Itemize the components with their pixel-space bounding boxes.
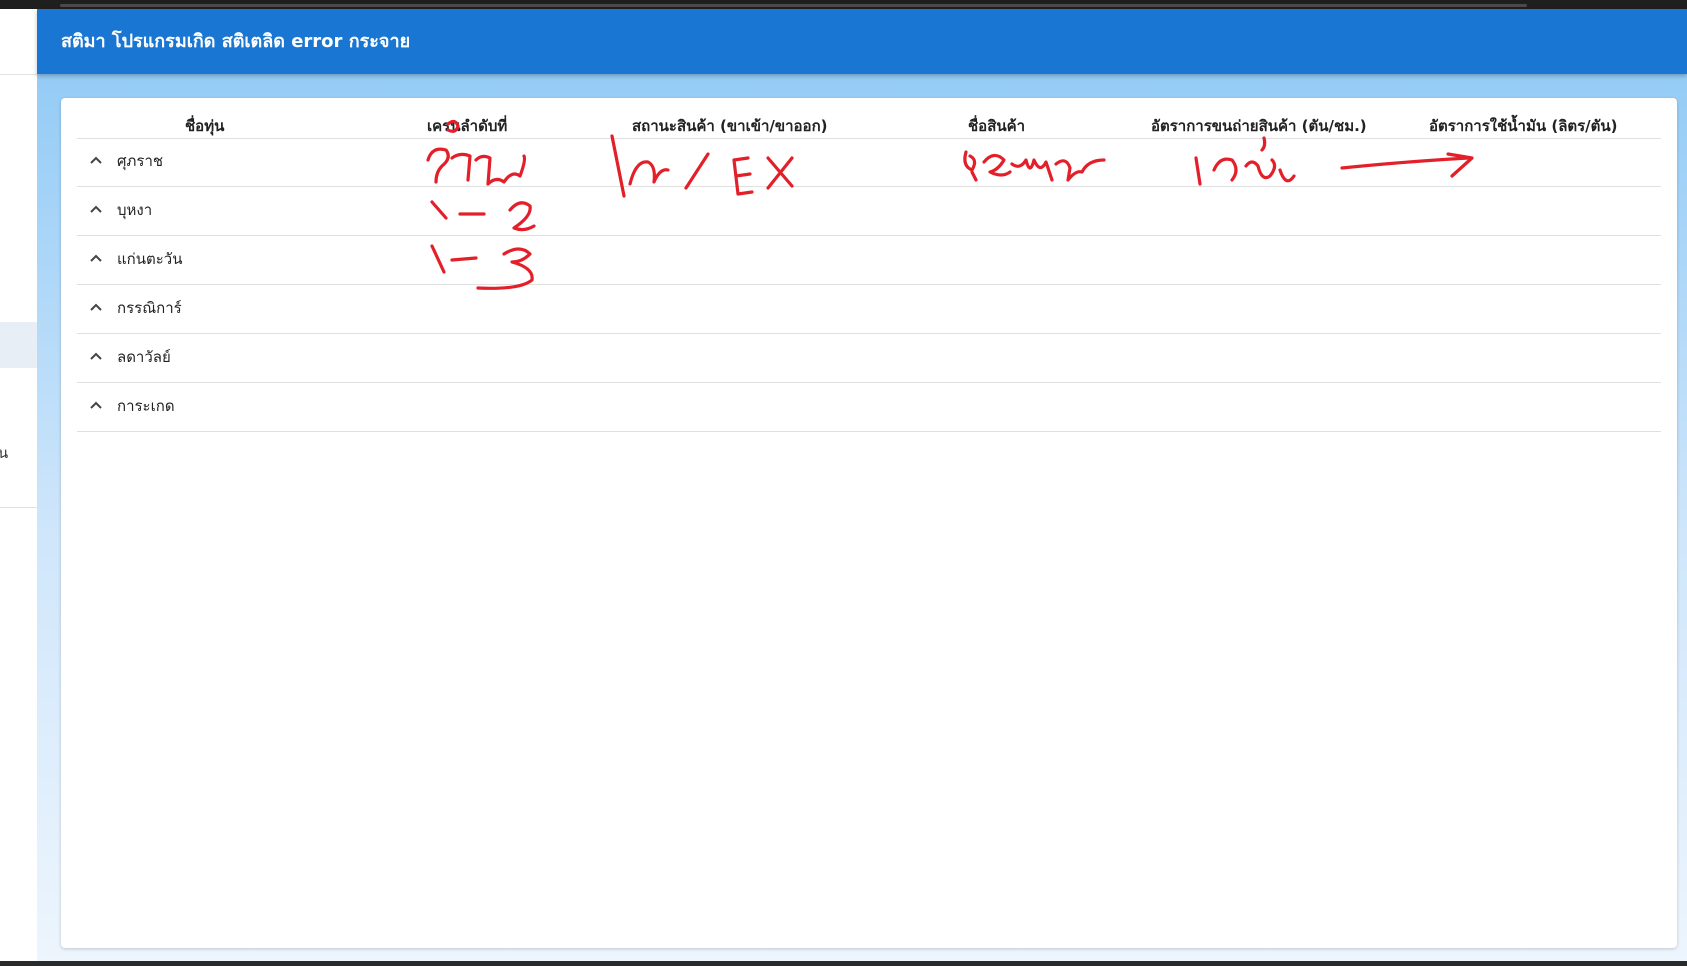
barge-name: แก่นตะวัน bbox=[117, 250, 183, 268]
app-bar: สติมา โปรแกรมเกิด สติเตลิด error กระจาย bbox=[37, 9, 1687, 74]
page-title: สติมา โปรแกรมเกิด สติเตลิด error กระจาย bbox=[61, 31, 411, 52]
table-row[interactable]: การะเกด bbox=[77, 383, 1661, 432]
table-header: ชื่อทุ่น เครนลำดับที่ สถานะสินค้า (ขาเข้… bbox=[77, 98, 1661, 139]
table-row[interactable]: บุหงา bbox=[77, 187, 1661, 236]
barge-name: ลดาวัลย์ bbox=[117, 348, 171, 366]
table-row[interactable]: ลดาวัลย์ bbox=[77, 334, 1661, 383]
column-header-handling-rate: อัตราการขนถ่ายสินค้า (ตัน/ชม.) bbox=[1151, 117, 1367, 135]
sidebar: น ก ทุน bbox=[0, 9, 38, 961]
chevron-up-icon[interactable] bbox=[89, 204, 103, 214]
chevron-up-icon[interactable] bbox=[89, 400, 103, 410]
sidebar-item-1[interactable]: น bbox=[0, 322, 37, 368]
sidebar-divider bbox=[0, 507, 37, 508]
table-card: ชื่อทุ่น เครนลำดับที่ สถานะสินค้า (ขาเข้… bbox=[61, 98, 1677, 948]
main-area: สติมา โปรแกรมเกิด สติเตลิด error กระจาย … bbox=[37, 9, 1687, 961]
table-row[interactable]: กรรณิการ์ bbox=[77, 285, 1661, 334]
sidebar-item-2[interactable]: ก bbox=[0, 376, 37, 422]
window-bottom-bar bbox=[0, 961, 1687, 966]
barge-name: บุหงา bbox=[117, 201, 153, 219]
column-header-product-name: ชื่อสินค้า bbox=[968, 117, 1026, 135]
barge-name: ศุภราช bbox=[117, 152, 164, 170]
column-header-barge-name: ชื่อทุ่น bbox=[185, 117, 225, 135]
barge-name: การะเกด bbox=[117, 397, 175, 415]
sidebar-item-3[interactable]: ทุน bbox=[0, 430, 37, 476]
chevron-up-icon[interactable] bbox=[89, 155, 103, 165]
chevron-up-icon[interactable] bbox=[89, 253, 103, 263]
chevron-up-icon[interactable] bbox=[89, 302, 103, 312]
column-header-cargo-status: สถานะสินค้า (ขาเข้า/ขาออก) bbox=[632, 117, 828, 135]
sidebar-logo-area bbox=[0, 9, 37, 75]
table-row[interactable]: ศุภราช bbox=[77, 138, 1661, 187]
column-header-fuel-rate: อัตราการใช้น้ำมัน (ลิตร/ตัน) bbox=[1429, 117, 1618, 135]
column-header-crane-number: เครนลำดับที่ bbox=[427, 117, 508, 135]
window-top-bar bbox=[0, 0, 1687, 9]
chevron-up-icon[interactable] bbox=[89, 351, 103, 361]
barge-name: กรรณิการ์ bbox=[117, 299, 182, 317]
sidebar-item-label: ทุน bbox=[0, 444, 8, 462]
table-row[interactable]: แก่นตะวัน bbox=[77, 236, 1661, 285]
